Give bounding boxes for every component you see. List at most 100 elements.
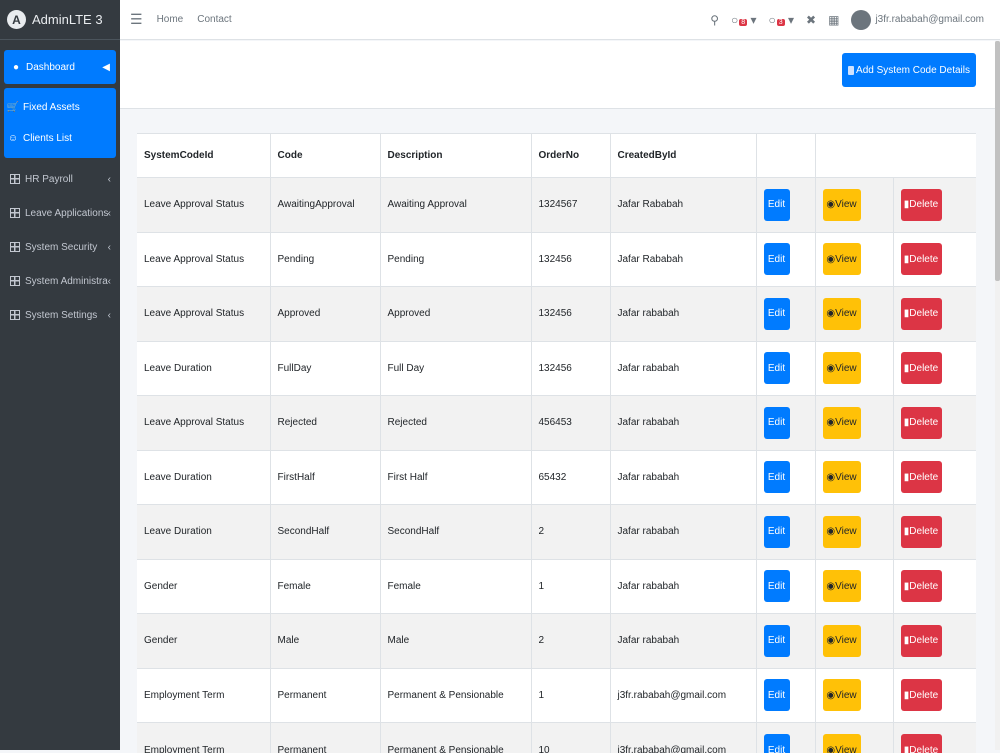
delete-button[interactable]: ▮Delete [901,352,942,384]
cell-createdbyid: Jafar rababah [610,341,756,396]
fullscreen-icon[interactable]: ✖ [806,13,816,27]
apps-grid-icon[interactable]: ▦ [828,13,839,27]
view-button[interactable]: ◉View [823,407,861,439]
sidebar-item-label: Clients List [23,133,113,144]
view-button[interactable]: ◉View [823,298,861,330]
sidebar-item-hr-payroll[interactable]: HR Payroll ‹ [0,162,120,196]
delete-button[interactable]: ▮Delete [901,679,942,711]
sidebar-item-leave-applications[interactable]: Leave Applications ‹ [0,196,120,230]
eye-icon: ◉ [826,308,835,319]
column-header-code[interactable]: Code [270,134,380,178]
view-button[interactable]: ◉View [823,352,861,384]
add-system-code-details-button[interactable]: Add System Code Details [842,53,976,87]
table-row: Leave DurationFirstHalfFirst Half65432Ja… [137,450,976,505]
edit-button[interactable]: Edit [764,352,790,384]
sidebar-item-system-security[interactable]: System Security ‹ [0,230,120,264]
view-button[interactable]: ◉View [823,734,861,753]
view-button[interactable]: ◉View [823,189,861,221]
eye-icon: ◉ [826,254,835,265]
cell-view: ◉View [815,505,893,560]
edit-label: Edit [768,581,785,592]
cell-code: FullDay [270,341,380,396]
notifications-dropdown[interactable]: ○3 ▾ [769,13,795,27]
table-row: Leave Approval StatusPendingPending13245… [137,232,976,287]
table-row: GenderMaleMale2Jafar rababahEdit◉View▮De… [137,614,976,669]
column-header-systemcodeid[interactable]: SystemCodeId [137,134,270,178]
eye-icon: ◉ [826,417,835,428]
delete-button[interactable]: ▮Delete [901,625,942,657]
nav-link-contact[interactable]: Contact [197,14,231,25]
page-scrollbar[interactable] [995,41,1000,750]
sidebar-nav: ● Dashboard ◀ 🛒 Fixed Assets ☺ Clients L… [0,40,120,332]
delete-button[interactable]: ▮Delete [901,298,942,330]
cell-code: Female [270,559,380,614]
delete-button[interactable]: ▮Delete [901,516,942,548]
view-label: View [835,254,857,265]
view-label: View [835,472,857,483]
cell-delete: ▮Delete [893,450,976,505]
view-button[interactable]: ◉View [823,625,861,657]
edit-button[interactable]: Edit [764,407,790,439]
cell-view: ◉View [815,232,893,287]
sidebar-item-system-administration[interactable]: System Administration ‹ [0,264,120,298]
cell-delete: ▮Delete [893,614,976,669]
sidebar-item-fixed-assets[interactable]: 🛒 Fixed Assets [4,92,116,123]
cell-edit: Edit [756,559,815,614]
brand[interactable]: A AdminLTE 3 [0,0,120,40]
hamburger-menu-icon[interactable]: ☰ [130,11,143,28]
column-header-description[interactable]: Description [380,134,531,178]
delete-button[interactable]: ▮Delete [901,189,942,221]
edit-button[interactable]: Edit [764,679,790,711]
cell-orderno: 1324567 [531,178,610,233]
cell-delete: ▮Delete [893,559,976,614]
view-button[interactable]: ◉View [823,516,861,548]
cell-edit: Edit [756,505,815,560]
edit-button[interactable]: Edit [764,625,790,657]
cell-orderno: 132456 [531,341,610,396]
search-icon[interactable]: ⚲ [710,13,719,27]
edit-button[interactable]: Edit [764,734,790,753]
edit-button[interactable]: Edit [764,516,790,548]
cell-createdbyid: j3fr.rababah@gmail.com [610,723,756,753]
delete-button[interactable]: ▮Delete [901,734,942,753]
column-header-createdbyid[interactable]: CreatedById [610,134,756,178]
view-button[interactable]: ◉View [823,243,861,275]
cell-edit: Edit [756,614,815,669]
delete-button[interactable]: ▮Delete [901,461,942,493]
sidebar-item-label: System Administration [25,276,108,287]
nav-link-home[interactable]: Home [157,14,184,25]
delete-button[interactable]: ▮Delete [901,570,942,602]
edit-button[interactable]: Edit [764,461,790,493]
edit-button[interactable]: Edit [764,189,790,221]
view-label: View [835,199,857,210]
delete-label: Delete [909,417,938,428]
view-button[interactable]: ◉View [823,570,861,602]
cell-createdbyid: Jafar Rababah [610,178,756,233]
cell-createdbyid: Jafar Rababah [610,232,756,287]
view-label: View [835,417,857,428]
edit-button[interactable]: Edit [764,243,790,275]
delete-button[interactable]: ▮Delete [901,407,942,439]
edit-button[interactable]: Edit [764,570,790,602]
chevron-left-icon: ‹ [108,174,111,185]
cell-edit: Edit [756,396,815,451]
scrollbar-thumb[interactable] [995,41,1000,281]
messages-badge: 8 [739,19,747,26]
sidebar-item-clients-list[interactable]: ☺ Clients List [4,123,116,154]
user-menu[interactable]: j3fr.rababah@gmail.com [851,10,984,30]
cell-code: FirstHalf [270,450,380,505]
cell-edit: Edit [756,723,815,753]
messages-dropdown[interactable]: ○8 ▾ [731,13,757,27]
edit-button[interactable]: Edit [764,298,790,330]
delete-button[interactable]: ▮Delete [901,243,942,275]
column-header-orderno[interactable]: OrderNo [531,134,610,178]
delete-label: Delete [909,472,938,483]
sidebar-item-dashboard[interactable]: ● Dashboard ◀ [4,50,116,84]
edit-label: Edit [768,199,785,210]
cell-orderno: 1 [531,668,610,723]
sidebar-item-system-settings[interactable]: System Settings ‹ [0,298,120,332]
cell-orderno: 2 [531,505,610,560]
topbar-right: ⚲ ○8 ▾ ○3 ▾ ✖ ▦ j3fr.rababah@gmail.com [710,10,1000,30]
view-button[interactable]: ◉View [823,679,861,711]
view-button[interactable]: ◉View [823,461,861,493]
